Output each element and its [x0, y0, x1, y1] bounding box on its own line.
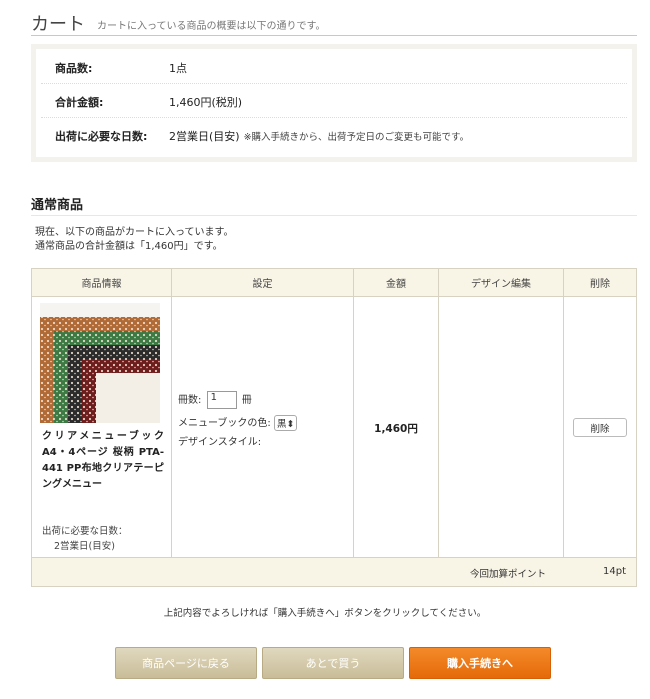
points-value: 14pt — [603, 566, 626, 577]
cart-summary: 商品数: 1点 合計金額: 1,460円(税別) 出荷に必要な日数: 2営業日(… — [31, 44, 637, 162]
shipping-value: 2営業日(目安) ※購入手続きから、出荷予定日のご変更も可能です。 — [169, 128, 469, 144]
column-header-delete: 削除 — [564, 269, 636, 297]
item-shipping-value: 2営業日(目安) — [54, 541, 115, 552]
price-cell: 1,460円 — [354, 297, 439, 558]
settings-cell: 冊数: 1 冊 メニューブックの色: 黒⬍ デザインスタイル: — [172, 297, 354, 558]
intro-line-1: 現在、以下の商品がカートに入っています。 — [35, 227, 234, 238]
design-edit-cell — [439, 297, 564, 558]
quantity-row: 冊数: 1 冊 — [178, 391, 252, 409]
quantity-input[interactable]: 1 — [206, 391, 237, 409]
summary-row-shipping: 出荷に必要な日数: 2営業日(目安) ※購入手続きから、出荷予定日のご変更も可能で… — [41, 117, 627, 151]
total-label: 合計金額: — [55, 96, 104, 109]
menu-book-frames-icon — [40, 303, 160, 423]
intro-line-2: 通常商品の合計金額は「1,460円」です。 — [35, 241, 223, 252]
column-header-design-edit: デザイン編集 — [439, 269, 564, 297]
design-style-row: デザインスタイル: — [178, 433, 261, 448]
back-to-product-button[interactable]: 商品ページに戻る — [115, 647, 257, 679]
page-title: カート — [31, 14, 85, 35]
design-style-label: デザインスタイル: — [178, 437, 262, 448]
summary-row-items: 商品数: 1点 — [41, 49, 627, 84]
section-divider — [31, 215, 637, 216]
points-label: 今回加算ポイント — [470, 569, 547, 580]
checkout-button[interactable]: 購入手続きへ — [409, 647, 551, 679]
page-subtitle: カートに入っている商品の概要は以下の通りです。 — [97, 21, 326, 32]
column-header-product: 商品情報 — [32, 269, 172, 297]
delete-button[interactable]: 削除 — [573, 418, 627, 437]
column-header-price: 金額 — [354, 269, 439, 297]
total-value: 1,460円(税別) — [169, 96, 243, 109]
delete-cell: 削除 — [564, 297, 636, 558]
item-shipping-label: 出荷に必要な日数： — [42, 526, 128, 537]
quantity-unit: 冊 — [241, 395, 252, 406]
quantity-label: 冊数: — [178, 395, 202, 406]
summary-row-total: 合計金額: 1,460円(税別) — [41, 83, 627, 118]
product-name[interactable]: クリアメニューブック A4・4ページ 桜柄 PTA-441 PP布地クリアテーピ… — [42, 429, 164, 493]
color-label: メニューブックの色: — [178, 418, 271, 429]
product-info-cell: クリアメニューブック A4・4ページ 桜柄 PTA-441 PP布地クリアテーピ… — [32, 297, 172, 558]
shipping-label: 出荷に必要な日数: — [55, 130, 148, 143]
section-intro: 現在、以下の商品がカートに入っています。 通常商品の合計金額は「1,460円」で… — [35, 226, 234, 254]
buy-later-button[interactable]: あとで買う — [262, 647, 404, 679]
confirm-message: 上記内容でよろしければ「購入手続きへ」ボタンをクリックしてください。 — [163, 608, 487, 619]
items-label: 商品数: — [55, 62, 93, 75]
color-row: メニューブックの色: 黒⬍ — [178, 414, 298, 431]
section-title: 通常商品 — [31, 198, 84, 213]
column-header-settings: 設定 — [172, 269, 354, 297]
page-header: カート カートに入っている商品の概要は以下の通りです。 — [31, 10, 637, 36]
cart-table: 商品情報 設定 金額 デザイン編集 削除 クリアメニューブック A4・4ページ … — [31, 268, 637, 587]
shipping-days: 2営業日(目安) — [169, 130, 240, 143]
shipping-note: ※購入手続きから、出荷予定日のご変更も可能です。 — [243, 132, 470, 143]
items-value: 1点 — [169, 62, 187, 75]
select-arrows-icon: ⬍ — [286, 419, 295, 430]
color-select[interactable]: 黒⬍ — [273, 415, 298, 431]
item-price: 1,460円 — [374, 423, 418, 435]
product-image[interactable] — [40, 303, 160, 423]
points-row: 今回加算ポイント 14pt — [32, 558, 636, 586]
